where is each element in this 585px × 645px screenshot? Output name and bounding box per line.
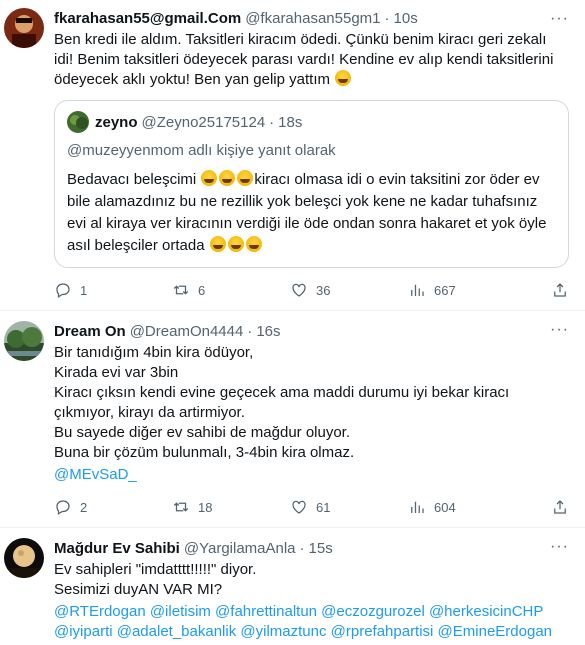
author-handle[interactable]: @DreamOn4444 [130, 323, 244, 340]
tweet-content: fkarahasan55@gmail.Com @fkarahasan55gm1 … [54, 8, 569, 310]
mention-link[interactable]: @MEvSaD_ [54, 465, 569, 485]
quoted-author-name: zeyno [95, 113, 138, 131]
like-icon [292, 500, 306, 514]
avatar-column [4, 538, 46, 642]
tweet-text: Bir tanıdığım 4bin kira ödüyor, Kirada e… [54, 344, 510, 461]
view-count: 604 [434, 499, 456, 515]
reply-count: 1 [80, 282, 88, 298]
tweet[interactable]: Dream On @DreamOn4444 · 16s ··· Bir tanı… [0, 311, 585, 528]
separator-dot: · [384, 9, 390, 27]
share-button[interactable] [551, 281, 569, 299]
quoted-tweet[interactable]: zeyno @Zeyno25175124 · 18s @muzeyyenmom … [54, 100, 569, 268]
more-icon[interactable]: ··· [550, 10, 569, 28]
repost-count: 6 [198, 282, 206, 298]
author-handle[interactable]: @YargilamaAnla [184, 540, 296, 557]
separator-dot: · [299, 539, 305, 557]
tweet-text: Ben kredi ile aldım. Taksitleri kiracım … [54, 30, 569, 90]
like-button[interactable]: 61 [290, 498, 408, 516]
tweet-header: fkarahasan55@gmail.Com @fkarahasan55gm1 … [54, 8, 569, 28]
more-icon[interactable]: ··· [550, 538, 569, 556]
reply-icon [56, 500, 70, 515]
more-icon[interactable]: ··· [550, 321, 569, 339]
avatar[interactable] [4, 538, 44, 578]
reply-icon [56, 283, 70, 298]
tweet-content: Mağdur Ev Sahibi @YargilamaAnla · 15s ··… [54, 538, 569, 642]
action-bar: 2 18 61 604 [54, 491, 569, 523]
separator-dot: · [269, 113, 275, 131]
tweet-content: Dream On @DreamOn4444 · 16s ··· Bir tanı… [54, 321, 569, 527]
author-handle[interactable]: @fkarahasan55gm1 [245, 10, 380, 27]
like-icon [292, 283, 306, 297]
tweet-header: Dream On @DreamOn4444 · 16s [54, 321, 569, 341]
quoted-avatar [67, 111, 89, 133]
avatar[interactable] [4, 321, 44, 361]
rofl-emoji-icon [227, 236, 244, 252]
tweet-text-body: Ben kredi ile aldım. Taksitleri kiracım … [54, 31, 554, 88]
share-icon [554, 283, 566, 297]
views-icon [411, 501, 424, 513]
repost-icon [173, 502, 189, 512]
rofl-emoji-icon [209, 236, 226, 252]
like-count: 36 [316, 282, 331, 298]
timestamp[interactable]: 15s [309, 540, 333, 557]
reply-count: 2 [80, 499, 88, 515]
like-button[interactable]: 36 [290, 281, 408, 299]
views-icon [411, 284, 424, 296]
quoted-text: Bedavacı beleşcimi kiracı olmasa idi o e… [67, 169, 556, 257]
tweet-text: Ev sahipleri "imdatttt!!!!!" diyor. Sesi… [54, 561, 257, 598]
mentions[interactable]: @RTErdogan @iletisim @fahrettinaltun @ec… [54, 602, 569, 642]
author-name[interactable]: Dream On [54, 323, 126, 340]
quoted-header: zeyno @Zeyno25175124 · 18s [67, 111, 556, 133]
author-name[interactable]: fkarahasan55@gmail.Com [54, 10, 241, 27]
share-button[interactable] [551, 498, 569, 516]
rofl-emoji-icon [237, 170, 254, 186]
rofl-emoji-icon [335, 70, 352, 86]
timestamp[interactable]: 10s [394, 10, 418, 27]
tweet[interactable]: fkarahasan55@gmail.Com @fkarahasan55gm1 … [0, 0, 585, 311]
tweet[interactable]: Mağdur Ev Sahibi @YargilamaAnla · 15s ··… [0, 528, 585, 642]
avatar-column [4, 321, 46, 527]
rofl-emoji-icon [219, 170, 236, 186]
repost-button[interactable]: 18 [172, 498, 290, 516]
timestamp[interactable]: 16s [256, 323, 280, 340]
avatar[interactable] [4, 8, 44, 48]
repost-count: 18 [198, 499, 213, 515]
author-name[interactable]: Mağdur Ev Sahibi [54, 540, 180, 557]
repost-button[interactable]: 6 [172, 281, 290, 299]
quoted-timestamp: 18s [278, 113, 303, 131]
views-button[interactable]: 667 [408, 281, 526, 299]
quoted-text-a: Bedavacı beleşcimi [67, 171, 201, 188]
quoted-author-handle: @Zeyno25175124 [141, 113, 266, 131]
view-count: 667 [434, 282, 456, 298]
rofl-emoji-icon [245, 236, 262, 252]
avatar-column [4, 8, 46, 310]
reply-button[interactable]: 1 [54, 281, 172, 299]
tweet-header: Mağdur Ev Sahibi @YargilamaAnla · 15s [54, 538, 569, 558]
rofl-emoji-icon [201, 170, 218, 186]
reply-button[interactable]: 2 [54, 498, 172, 516]
repost-icon [173, 285, 189, 295]
like-count: 61 [316, 499, 331, 515]
views-button[interactable]: 604 [408, 498, 526, 516]
reply-context: @muzeyyenmom adlı kişiye yanıt olarak [67, 142, 336, 159]
separator-dot: · [247, 322, 253, 340]
share-icon [554, 500, 566, 514]
action-bar: 1 6 36 667 [54, 274, 569, 306]
